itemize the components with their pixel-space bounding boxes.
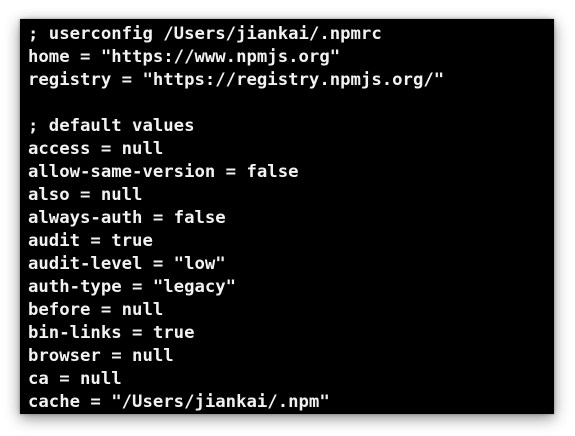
terminal-line-auth-type: auth-type = "legacy": [28, 277, 237, 297]
terminal-window[interactable]: ; userconfig /Users/jiankai/.npmrc home …: [20, 19, 554, 414]
terminal-line-audit-level: audit-level = "low": [28, 254, 226, 274]
terminal-line-allow-same-version: allow-same-version = false: [28, 162, 299, 182]
terminal-line-userconfig-comment: ; userconfig /Users/jiankai/.npmrc: [28, 24, 382, 44]
terminal-line-access: access = null: [28, 139, 164, 159]
terminal-line-default-values-comment: ; default values: [28, 116, 195, 136]
terminal-line-also: also = null: [28, 185, 143, 205]
terminal-line-before: before = null: [28, 300, 164, 320]
terminal-line-blank: [28, 92, 554, 115]
terminal-line-home: home = "https://www.npmjs.org": [28, 47, 341, 67]
terminal-line-audit: audit = true: [28, 231, 153, 251]
terminal-line-bin-links: bin-links = true: [28, 323, 195, 343]
terminal-line-ca: ca = null: [28, 369, 122, 389]
terminal-line-browser: browser = null: [28, 346, 174, 366]
terminal-line-always-auth: always-auth = false: [28, 208, 226, 228]
terminal-output: ; userconfig /Users/jiankai/.npmrc home …: [28, 23, 554, 414]
terminal-line-cache: cache = "/Users/jiankai/.npm": [28, 392, 330, 412]
terminal-line-registry: registry = "https://registry.npmjs.org/": [28, 70, 445, 90]
